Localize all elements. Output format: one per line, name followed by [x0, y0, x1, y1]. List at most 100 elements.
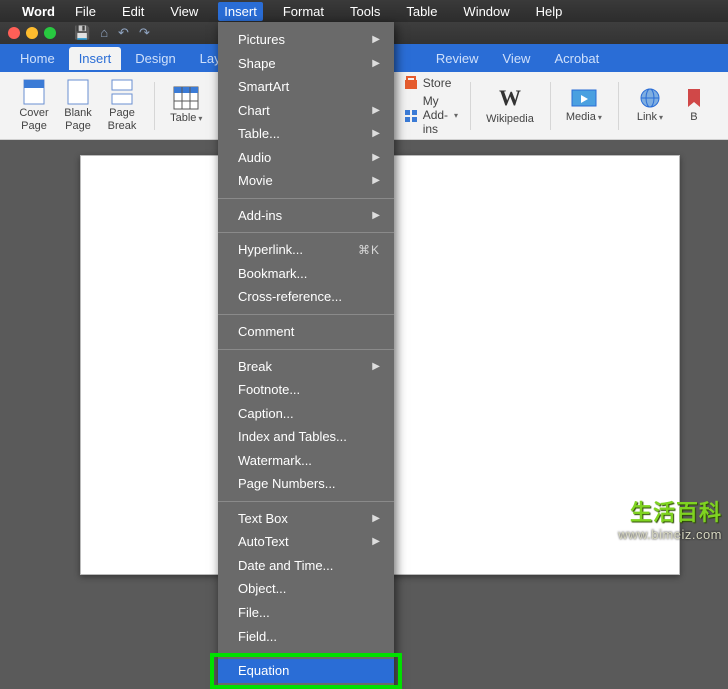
- tab-acrobat[interactable]: Acrobat: [544, 47, 609, 70]
- menu-insert[interactable]: Insert: [218, 2, 263, 21]
- menu-item-smartart[interactable]: SmartArt: [218, 75, 394, 99]
- menu-item-pictures[interactable]: Pictures ▶: [218, 28, 394, 52]
- menu-help[interactable]: Help: [530, 2, 569, 21]
- menu-separator: [218, 501, 394, 502]
- menu-format[interactable]: Format: [277, 2, 330, 21]
- menu-item-label: Shape: [238, 55, 276, 73]
- undo-icon[interactable]: ↶: [118, 25, 129, 41]
- menu-item-object[interactable]: Object...: [218, 577, 394, 601]
- menu-item-label: Index and Tables...: [238, 428, 347, 446]
- menu-item-break[interactable]: Break▶: [218, 355, 394, 379]
- group-media: Media▾: [556, 76, 612, 135]
- watermark-url: www.bimeiz.com: [618, 527, 722, 542]
- menu-tools[interactable]: Tools: [344, 2, 386, 21]
- menu-item-page-numbers[interactable]: Page Numbers...: [218, 472, 394, 496]
- menu-item-hyperlink[interactable]: Hyperlink... ⌘K: [218, 238, 394, 262]
- tab-insert[interactable]: Insert: [69, 47, 122, 70]
- menu-item-audio[interactable]: Audio▶: [218, 146, 394, 170]
- app-name[interactable]: Word: [22, 4, 55, 19]
- group-pages: Cover Page Blank Page Page Break: [8, 76, 148, 135]
- menu-item-text-box[interactable]: Text Box▶: [218, 507, 394, 531]
- menu-item-equation[interactable]: Equation: [218, 659, 394, 683]
- bookmark-ribbon-button[interactable]: B: [674, 85, 714, 125]
- group-wikipedia: W Wikipedia: [476, 76, 544, 135]
- menu-item-comment[interactable]: Comment: [218, 320, 394, 344]
- menu-item-label: Hyperlink...: [238, 241, 303, 259]
- menu-item-file[interactable]: File...: [218, 601, 394, 625]
- insert-menu-dropdown: Pictures▶Shape▶SmartArtChart▶Table...▶Au…: [218, 22, 394, 689]
- menu-view[interactable]: View: [164, 2, 204, 21]
- menu-item-label: File...: [238, 604, 270, 622]
- menu-item-chart[interactable]: Chart▶: [218, 99, 394, 123]
- menu-item-movie[interactable]: Movie▶: [218, 169, 394, 193]
- page-break-button[interactable]: Page Break: [102, 77, 142, 133]
- menu-window[interactable]: Window: [457, 2, 515, 21]
- menu-item-caption[interactable]: Caption...: [218, 402, 394, 426]
- chevron-down-icon: ▾: [659, 113, 663, 122]
- menu-item-label: Footnote...: [238, 381, 300, 399]
- tab-home[interactable]: Home: [10, 47, 65, 70]
- menu-item-label: Cross-reference...: [238, 288, 342, 306]
- menu-item-label: SmartArt: [238, 78, 289, 96]
- menu-item-autotext[interactable]: AutoText▶: [218, 530, 394, 554]
- menu-item-label: Watermark...: [238, 452, 312, 470]
- menu-item-label: Pictures: [238, 31, 285, 49]
- menu-item-label: Chart: [238, 102, 270, 120]
- wikipedia-button[interactable]: W Wikipedia: [482, 83, 538, 127]
- close-window-icon[interactable]: [8, 27, 20, 39]
- group-tables: Table▾: [160, 76, 212, 135]
- menu-item-date-and-time[interactable]: Date and Time...: [218, 554, 394, 578]
- menu-shortcut: ⌘K: [358, 242, 380, 258]
- menu-item-add-ins[interactable]: Add-ins ▶: [218, 204, 394, 228]
- watermark: 生活百科 www.bimeiz.com: [618, 495, 722, 542]
- tab-design[interactable]: Design: [125, 47, 185, 70]
- menu-item-field[interactable]: Field...: [218, 625, 394, 649]
- home-icon[interactable]: ⌂: [100, 25, 108, 41]
- menu-separator: [218, 653, 394, 654]
- menu-item-table[interactable]: Table...▶: [218, 122, 394, 146]
- store-button[interactable]: Store: [403, 75, 458, 91]
- watermark-title: 生活百科: [618, 495, 722, 527]
- media-button[interactable]: Media▾: [562, 85, 606, 125]
- my-addins-button[interactable]: My Add-ins▾: [403, 94, 458, 136]
- menu-item-label: AutoText: [238, 533, 289, 551]
- redo-icon[interactable]: ↷: [139, 25, 150, 41]
- menu-file[interactable]: File: [69, 2, 102, 21]
- menu-item-cross-reference[interactable]: Cross-reference...: [218, 285, 394, 309]
- submenu-arrow-icon: ▶: [372, 127, 380, 141]
- menu-item-bookmark[interactable]: Bookmark...: [218, 262, 394, 286]
- menu-item-index-and-tables[interactable]: Index and Tables...: [218, 425, 394, 449]
- menu-table[interactable]: Table: [400, 2, 443, 21]
- menu-item-shape[interactable]: Shape ▶: [218, 52, 394, 76]
- submenu-arrow-icon: ▶: [372, 33, 380, 47]
- menu-separator: [218, 314, 394, 315]
- minimize-window-icon[interactable]: [26, 27, 38, 39]
- menu-item-label: Add-ins: [238, 207, 282, 225]
- addins-icon: [403, 107, 419, 123]
- menu-item-label: Field...: [238, 628, 277, 646]
- submenu-arrow-icon: ▶: [372, 57, 380, 71]
- menu-item-watermark[interactable]: Watermark...: [218, 449, 394, 473]
- menu-item-footnote[interactable]: Footnote...: [218, 378, 394, 402]
- menu-separator: [218, 349, 394, 350]
- menu-item-label: Equation: [238, 662, 289, 680]
- media-icon: [571, 87, 597, 109]
- cover-page-button[interactable]: Cover Page: [14, 77, 54, 133]
- chevron-down-icon: ▾: [454, 111, 458, 120]
- menu-item-label: Page Numbers...: [238, 475, 336, 493]
- mac-menubar: Word File Edit View Insert Format Tools …: [0, 0, 728, 22]
- menu-item-label: Object...: [238, 580, 286, 598]
- tab-view[interactable]: View: [493, 47, 541, 70]
- tab-review[interactable]: Review: [426, 47, 489, 70]
- menu-edit[interactable]: Edit: [116, 2, 150, 21]
- menu-item-label: Movie: [238, 172, 273, 190]
- save-icon[interactable]: 💾: [74, 25, 90, 41]
- submenu-arrow-icon: ▶: [372, 209, 380, 223]
- blank-page-icon: [67, 79, 89, 105]
- link-button[interactable]: Link▾: [630, 85, 670, 125]
- blank-page-button[interactable]: Blank Page: [58, 77, 98, 133]
- zoom-window-icon[interactable]: [44, 27, 56, 39]
- table-icon: [173, 86, 199, 110]
- table-button[interactable]: Table▾: [166, 84, 206, 126]
- wikipedia-icon: W: [499, 85, 521, 111]
